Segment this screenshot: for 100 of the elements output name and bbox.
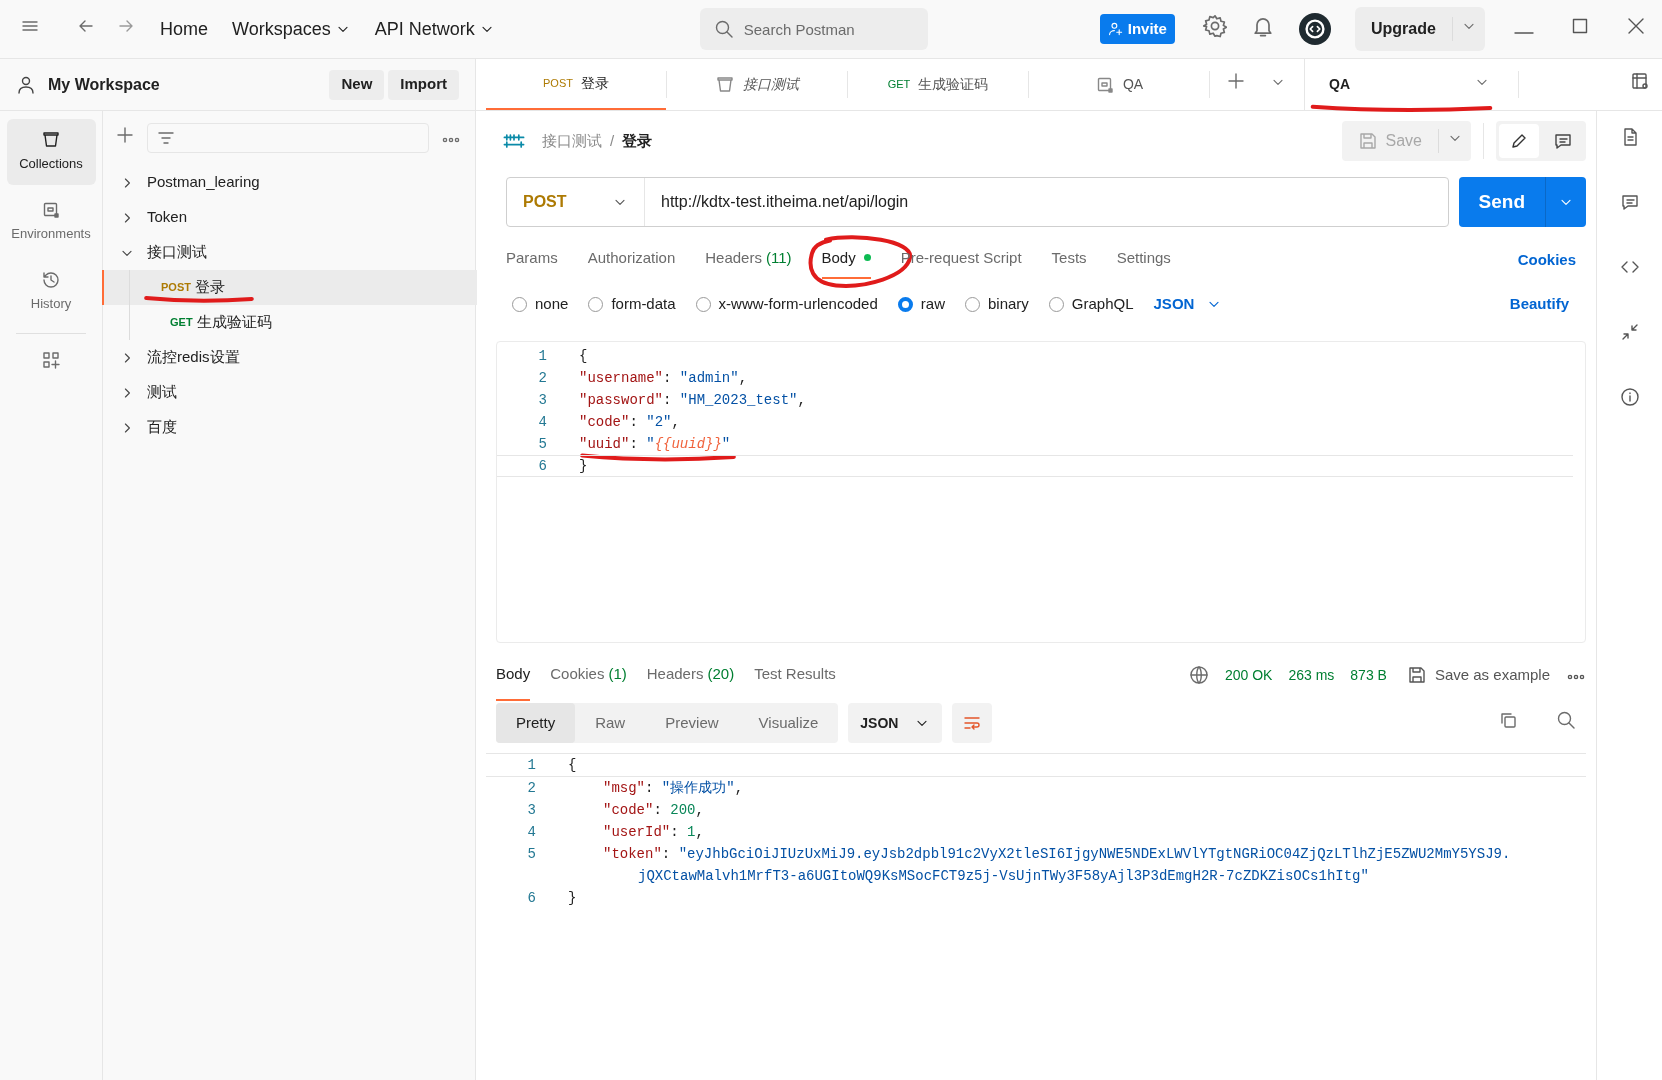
line-number: 3 bbox=[526, 801, 536, 820]
rail-item[interactable]: History bbox=[6, 259, 96, 325]
comment-icon bbox=[1619, 192, 1640, 212]
tree-item[interactable]: 测试 bbox=[103, 375, 477, 410]
invite-button[interactable]: Invite bbox=[1099, 14, 1175, 44]
request-item[interactable]: POST 登录 bbox=[102, 270, 477, 305]
request-tab[interactable]: Params bbox=[506, 246, 558, 279]
response-tab[interactable]: Test Results bbox=[754, 649, 836, 701]
code-line: "token": "eyJhbGciOiJIUzUxMiJ9.eyJsb2dpbl91c2VyX2tleSI6IjgyNWE5NDExLWVlYTgtNGRiOC04ZjQzLTlhZjE5ZWU2MmY5YSJ9. bbox=[603, 845, 1511, 864]
breadcrumb-link[interactable]: 接口测试 bbox=[542, 129, 602, 153]
rail-item[interactable]: Environments bbox=[6, 189, 96, 255]
header-button[interactable]: New bbox=[329, 69, 385, 100]
view-option[interactable]: Visualize bbox=[738, 703, 839, 743]
environment-selector[interactable]: QA bbox=[1304, 59, 1506, 110]
info-icon bbox=[1619, 387, 1640, 407]
send-button[interactable]: Send bbox=[1458, 177, 1586, 227]
format-dropdown[interactable]: JSON bbox=[848, 703, 943, 743]
code-line: "userId": 1, bbox=[603, 823, 704, 842]
code-line: "uuid": "{{uuid}}" bbox=[579, 435, 731, 452]
avatar-button[interactable] bbox=[1298, 13, 1331, 45]
status-code: 200 OK bbox=[1224, 665, 1273, 685]
radio-option[interactable]: none bbox=[512, 292, 569, 316]
line-number: 5 bbox=[526, 845, 536, 864]
line-number: 6 bbox=[537, 456, 547, 476]
request-tab[interactable]: Body bbox=[821, 246, 871, 279]
tree-item[interactable]: Postman_learing bbox=[103, 165, 477, 200]
avatar-icon bbox=[1302, 17, 1327, 41]
upgrade-control[interactable]: Upgrade bbox=[1354, 7, 1485, 51]
line-number: 5 bbox=[537, 434, 547, 454]
user-icon bbox=[16, 74, 36, 95]
code-line: "username": "admin", bbox=[579, 369, 748, 386]
rail-item[interactable]: Collections bbox=[6, 119, 96, 185]
trash-can-icon bbox=[715, 74, 735, 95]
radio-option[interactable]: GraphQL bbox=[1048, 292, 1134, 316]
code-line: "password": "HM_2023_test", bbox=[579, 391, 806, 408]
tree-item[interactable]: 流控redis设置 bbox=[103, 340, 477, 375]
request-tab[interactable]: Headers (11) bbox=[705, 246, 792, 279]
radio-option[interactable]: form-data bbox=[588, 292, 676, 316]
nav-link[interactable]: Workspaces bbox=[232, 15, 351, 43]
request-tab[interactable]: QA bbox=[1029, 59, 1209, 110]
header-button[interactable]: Import bbox=[388, 69, 459, 100]
beautify-link[interactable]: Beautify bbox=[1509, 292, 1569, 316]
request-item[interactable]: GET 生成验证码 bbox=[102, 305, 477, 340]
add-user-icon bbox=[1107, 21, 1124, 37]
line-number: 6 bbox=[526, 889, 536, 908]
request-tab[interactable]: Settings bbox=[1116, 246, 1171, 279]
line-number: 1 bbox=[526, 756, 536, 775]
code-line: { bbox=[568, 756, 577, 775]
settings-icon bbox=[1202, 13, 1227, 38]
nav-link[interactable]: API Network bbox=[374, 15, 495, 43]
code-line: jQXCtawMalvh1MrfT3-a6UGItoWQ9KsMSocFCT9z5j-VsUjnTWy3F58yAjl3P3dEmgH2R-7cZDKZisOCs1hItg" bbox=[637, 867, 1370, 886]
history-icon bbox=[41, 270, 61, 291]
view-option[interactable]: Pretty bbox=[496, 703, 576, 743]
format-dropdown[interactable]: JSON bbox=[1153, 292, 1223, 316]
code-editor[interactable]: 1 { 2 "username": "admin", 3 "password": "HM_2023_test", 4 "code": "2", 5 "uuid": "{{uuid}}" 6 } bbox=[496, 341, 1586, 643]
more-icon bbox=[441, 137, 461, 143]
search-field[interactable]: Search Postman bbox=[699, 8, 928, 50]
search-icon bbox=[713, 19, 734, 39]
filter-field[interactable] bbox=[147, 123, 429, 153]
table-eye-icon bbox=[1630, 71, 1650, 91]
tree-item[interactable]: 接口测试 bbox=[103, 235, 477, 270]
request-tab[interactable]: POST 登录 bbox=[486, 59, 666, 110]
cookies-link[interactable]: Cookies bbox=[1517, 248, 1576, 279]
radio-option[interactable]: binary bbox=[964, 292, 1029, 316]
nav-link[interactable]: Home bbox=[160, 15, 208, 43]
grid-plus-icon bbox=[41, 350, 61, 370]
response-tab[interactable]: Headers (20) bbox=[646, 649, 735, 701]
response-time: 263 ms bbox=[1288, 665, 1335, 685]
code-line: } bbox=[568, 889, 577, 908]
request-tab[interactable]: Authorization bbox=[587, 246, 676, 279]
radio-option[interactable]: raw bbox=[897, 292, 945, 316]
edit-button[interactable] bbox=[1499, 124, 1539, 158]
more-icon bbox=[1566, 673, 1586, 680]
response-tab[interactable]: Cookies (1) bbox=[550, 649, 627, 701]
wrap-lines-button[interactable] bbox=[952, 703, 993, 743]
code-line: } bbox=[579, 457, 588, 474]
request-tab[interactable]: 接口测试 bbox=[667, 59, 847, 110]
request-tab[interactable]: Tests bbox=[1051, 246, 1087, 279]
line-number: 4 bbox=[526, 823, 536, 842]
request-tab[interactable]: GET 生成验证码 bbox=[848, 59, 1028, 110]
globe-icon bbox=[1188, 665, 1209, 685]
comment-icon bbox=[1553, 131, 1573, 151]
environment-icon bbox=[41, 200, 61, 221]
line-number: 1 bbox=[537, 346, 547, 366]
save-example-button[interactable]: Save as example bbox=[1406, 663, 1550, 687]
radio-option[interactable]: x-www-form-urlencoded bbox=[695, 292, 878, 316]
breadcrumb-current: 登录 bbox=[622, 130, 653, 151]
line-number: 3 bbox=[537, 390, 547, 410]
code-line: { bbox=[579, 347, 588, 364]
response-size: 873 B bbox=[1350, 665, 1387, 685]
code-line: "msg": "操作成功", bbox=[603, 779, 744, 798]
line-number: 2 bbox=[537, 368, 547, 388]
tree-item[interactable]: Token bbox=[103, 200, 477, 235]
view-option[interactable]: Preview bbox=[645, 703, 739, 743]
response-tab[interactable]: Body bbox=[496, 649, 531, 701]
tree-item[interactable]: 百度 bbox=[103, 410, 477, 445]
line-number: 2 bbox=[526, 779, 536, 798]
view-option[interactable]: Raw bbox=[575, 703, 646, 743]
plus-icon bbox=[115, 124, 135, 145]
code-line: "code": 200, bbox=[603, 801, 704, 820]
